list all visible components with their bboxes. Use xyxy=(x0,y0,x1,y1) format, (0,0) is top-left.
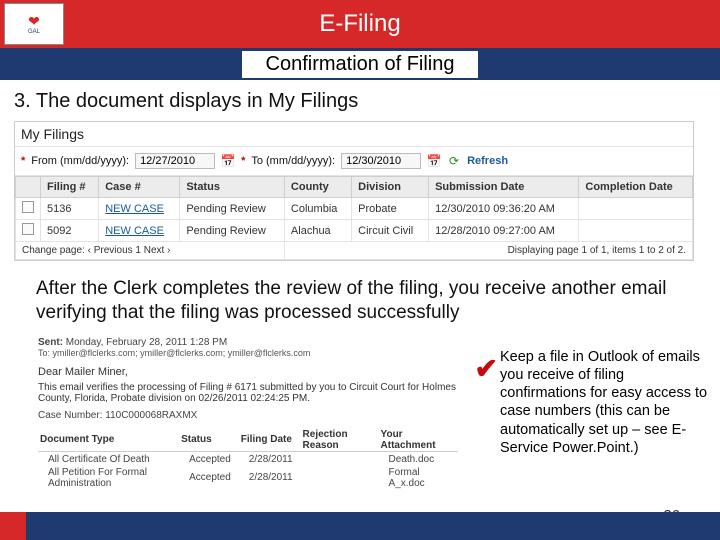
filings-header-row: Filing # Case # Status County Division S… xyxy=(16,177,693,198)
refresh-icon[interactable]: ⟳ xyxy=(447,154,461,168)
col-filing[interactable]: Filing # xyxy=(41,177,99,198)
pager-right: Displaying page 1 of 1, items 1 to 2 of … xyxy=(284,242,692,260)
cell-division: Probate xyxy=(352,198,429,220)
email-case-line: Case Number: 110C000068RAXMX xyxy=(38,410,466,421)
cell-county: Alachua xyxy=(284,220,351,242)
cell-completion xyxy=(579,220,693,242)
email-to-line: To: ymiller@flclerks.com; ymiller@flcler… xyxy=(38,348,466,358)
to-label: To (mm/dd/yyyy): xyxy=(251,155,335,167)
email-screenshot: Sent: Monday, February 28, 2011 1:28 PM … xyxy=(32,333,472,491)
cell-filing: 5092 xyxy=(41,220,99,242)
email-sent-line: Sent: Monday, February 28, 2011 1:28 PM xyxy=(38,337,466,348)
required-asterisk: * xyxy=(21,155,25,167)
case-label: Case Number: xyxy=(38,410,102,421)
my-filings-title: My Filings xyxy=(15,122,693,146)
ecol-reject: Rejection Reason xyxy=(301,427,379,452)
cell-submission: 12/30/2010 09:36:20 AM xyxy=(429,198,579,220)
pager-row: Change page: ‹ Previous 1 Next › Display… xyxy=(16,242,693,260)
col-status[interactable]: Status xyxy=(180,177,285,198)
calendar-icon[interactable]: 📅 xyxy=(221,154,235,168)
email-row: All Petition For Formal Administration A… xyxy=(38,465,458,489)
sent-value: Monday, February 28, 2011 1:28 PM xyxy=(66,337,227,348)
table-row[interactable]: 5136 NEW CASE Pending Review Columbia Pr… xyxy=(16,198,693,220)
checkmark-icon: ✔ xyxy=(475,352,498,385)
col-division[interactable]: Division xyxy=(352,177,429,198)
cell-submission: 12/28/2010 09:27:00 AM xyxy=(429,220,579,242)
pager-left[interactable]: Change page: ‹ Previous 1 Next › xyxy=(16,242,285,260)
from-label: From (mm/dd/yyyy): xyxy=(31,155,129,167)
case-value: 110C000068RAXMX xyxy=(105,410,197,421)
page-title: E-Filing xyxy=(0,10,720,38)
ecol-status: Status xyxy=(179,427,239,452)
cell-filing: 5136 xyxy=(41,198,99,220)
case-link[interactable]: NEW CASE xyxy=(105,225,164,237)
outlook-tip: Keep a file in Outlook of emails you rec… xyxy=(500,348,710,457)
subheader-label: Confirmation of Filing xyxy=(242,51,479,78)
email-greeting: Dear Mailer Miner, xyxy=(38,366,466,378)
table-row[interactable]: 5092 NEW CASE Pending Review Alachua Cir… xyxy=(16,220,693,242)
email-row: All Certificate Of Death Accepted 2/28/2… xyxy=(38,451,458,465)
required-asterisk: * xyxy=(241,155,245,167)
cell-division: Circuit Civil xyxy=(352,220,429,242)
my-filings-panel: My Filings * From (mm/dd/yyyy): 📅 * To (… xyxy=(14,121,694,261)
document-icon[interactable] xyxy=(22,201,34,213)
header-red: ❤ GAL E-Filing xyxy=(0,0,720,48)
col-completion[interactable]: Completion Date xyxy=(579,177,693,198)
col-county[interactable]: County xyxy=(284,177,351,198)
filter-bar: * From (mm/dd/yyyy): 📅 * To (mm/dd/yyyy)… xyxy=(15,146,693,176)
email-body: This email verifies the processing of Fi… xyxy=(38,382,466,404)
filings-table: Filing # Case # Status County Division S… xyxy=(15,176,693,260)
document-icon[interactable] xyxy=(22,223,34,235)
footer-bar xyxy=(0,512,720,540)
from-date-input[interactable] xyxy=(135,153,215,169)
col-submission[interactable]: Submission Date xyxy=(429,177,579,198)
cell-status: Pending Review xyxy=(180,220,285,242)
ecol-doc: Document Type xyxy=(38,427,179,452)
cell-county: Columbia xyxy=(284,198,351,220)
cell-completion xyxy=(579,198,693,220)
refresh-link[interactable]: Refresh xyxy=(467,155,508,167)
ecol-attach: Your Attachment xyxy=(379,427,458,452)
sent-label: Sent: xyxy=(38,337,63,348)
col-case[interactable]: Case # xyxy=(99,177,180,198)
to-date-input[interactable] xyxy=(341,153,421,169)
cell-status: Pending Review xyxy=(180,198,285,220)
footer-accent xyxy=(0,512,26,540)
ecol-date: Filing Date xyxy=(239,427,301,452)
case-link[interactable]: NEW CASE xyxy=(105,203,164,215)
step-text: 3. The document displays in My Filings xyxy=(14,90,710,113)
subheader-bar: Confirmation of Filing xyxy=(0,48,720,80)
calendar-icon[interactable]: 📅 xyxy=(427,154,441,168)
email-attachment-table: Document Type Status Filing Date Rejecti… xyxy=(38,427,458,489)
after-text: After the Clerk completes the review of … xyxy=(36,277,704,325)
